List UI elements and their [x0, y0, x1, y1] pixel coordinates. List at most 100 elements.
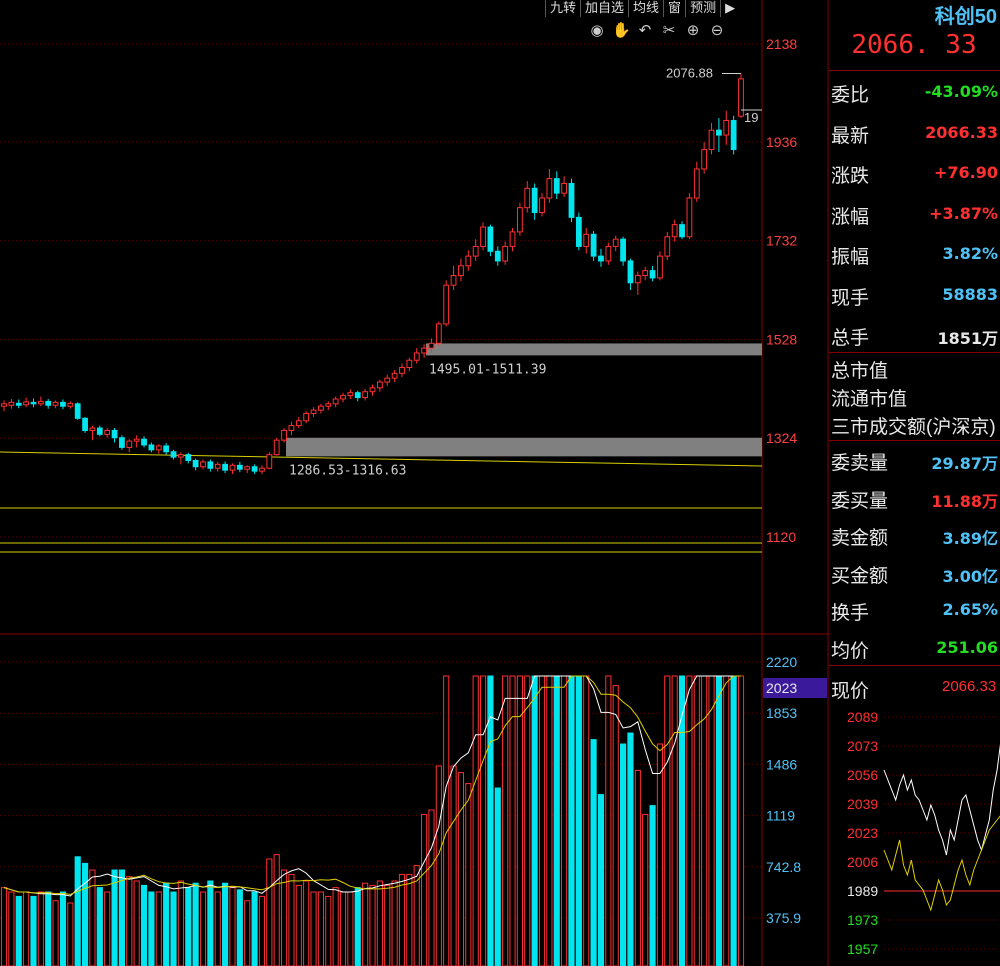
volume-bar [229, 887, 236, 966]
candle [318, 405, 324, 411]
order-key: 委卖量 [831, 453, 889, 474]
candle [391, 372, 398, 379]
candle [104, 429, 111, 435]
volume-bar [163, 882, 170, 966]
arrow-right-icon[interactable]: ▶ [720, 0, 739, 17]
order-row: 委买量 11.88万 [829, 478, 1000, 516]
candle [332, 398, 339, 405]
candle [362, 391, 369, 399]
candle [421, 347, 427, 354]
scissors-icon[interactable]: ✂ [660, 22, 678, 40]
candle [170, 451, 177, 458]
undo-icon[interactable]: ↶ [636, 22, 654, 40]
market-cap-label: 总市值 [831, 361, 889, 382]
candle [251, 466, 258, 472]
candle [30, 401, 37, 405]
mini-axis-label: 2073 [847, 738, 878, 754]
volume-bar [185, 887, 192, 966]
order-value: 2.65% [942, 600, 998, 619]
candle [82, 417, 88, 431]
volume-bar [280, 869, 288, 966]
candle [399, 367, 405, 374]
order-value: 251.06 [936, 637, 998, 657]
candle [236, 464, 243, 470]
candle [487, 226, 494, 252]
price-tick-label: 1936 [766, 134, 797, 150]
candle [1, 403, 7, 407]
volume-bar [52, 900, 59, 966]
candle [376, 381, 383, 389]
hand-icon[interactable]: ✋ [612, 22, 631, 40]
candle [590, 233, 597, 257]
volume-bar [133, 880, 140, 966]
order-row: 买金额 3.00亿 [829, 553, 1000, 591]
candle [200, 461, 206, 468]
order-value: 3.00亿 [942, 566, 998, 586]
volume-bar [111, 869, 118, 966]
mini-axis-label: 1973 [847, 912, 878, 928]
quote-row: 最新 2066.33 [829, 113, 1000, 151]
volume-bar [8, 891, 15, 966]
volume-bar [37, 891, 44, 966]
candle [708, 129, 715, 151]
order-value: 3.89亿 [942, 529, 998, 548]
quote-value: 58883 [942, 284, 998, 304]
candle [730, 120, 737, 151]
volume-bar [502, 675, 509, 966]
add-watchlist-button[interactable]: 加自选 [580, 0, 628, 17]
nine-turn-button[interactable]: 九转 [545, 0, 580, 17]
candle [480, 226, 486, 247]
zoom-out-icon[interactable]: ⊖ [708, 22, 726, 40]
volume-bar [553, 675, 560, 966]
quote-value: 3.82% [942, 244, 998, 263]
now-value: 2066.33 [942, 678, 997, 695]
zoom-in-icon[interactable]: ⊕ [684, 22, 702, 40]
volume-bar [435, 765, 442, 966]
volume-bar [376, 880, 383, 966]
volume-bar [273, 854, 280, 966]
eye-icon[interactable]: ◉ [588, 22, 606, 40]
price-zone [426, 343, 762, 356]
candle [295, 420, 302, 427]
order-row: 委卖量 29.87万 [829, 440, 1000, 478]
candle [605, 245, 612, 262]
candle [222, 463, 228, 471]
volume-bar [67, 902, 74, 966]
order-row: 均价 251.06 [829, 628, 1000, 666]
candle [686, 197, 693, 238]
volume-bar [730, 675, 737, 966]
volume-bar [362, 882, 369, 966]
volume-bar [678, 675, 686, 966]
quote-key: 现手 [831, 287, 870, 309]
candle [642, 270, 649, 276]
candle [185, 454, 192, 461]
window-button[interactable]: 窗 [663, 0, 685, 17]
quote-row: 涨幅 +3.87% [829, 194, 1000, 232]
candle [693, 168, 700, 199]
volume-bar [89, 869, 96, 966]
volume-bar [126, 876, 133, 966]
volume-bar [59, 891, 67, 966]
candle [561, 182, 568, 194]
quote-value: +3.87% [929, 203, 998, 223]
intraday-mini-chart: 2089 2073 2056 2039 2023 2006 1989 1973 1957 [847, 709, 1000, 957]
candle [89, 427, 96, 431]
volume-bar [443, 675, 450, 966]
price-tick-label: 1324 [766, 430, 797, 446]
kline-chart[interactable]: 2138 1936 1732 1528 1324 1120 1495.01-1511.39 1… [0, 0, 829, 966]
candle [155, 445, 162, 451]
candle [163, 445, 170, 453]
forecast-button[interactable]: 预测 [685, 0, 720, 17]
quote-value: +76.90 [933, 163, 998, 182]
order-row: 换手 2.65% [829, 590, 1000, 628]
volume-bar [140, 884, 148, 966]
volume-bar [23, 891, 30, 966]
mini-axis-label: 2056 [847, 767, 878, 783]
candle [664, 236, 671, 257]
volume-bar [627, 732, 634, 966]
volume-bar [612, 685, 619, 966]
candle [435, 323, 442, 344]
volume-bar [170, 891, 177, 966]
moving-average-button[interactable]: 均线 [628, 0, 663, 17]
volume-bar [74, 856, 81, 966]
